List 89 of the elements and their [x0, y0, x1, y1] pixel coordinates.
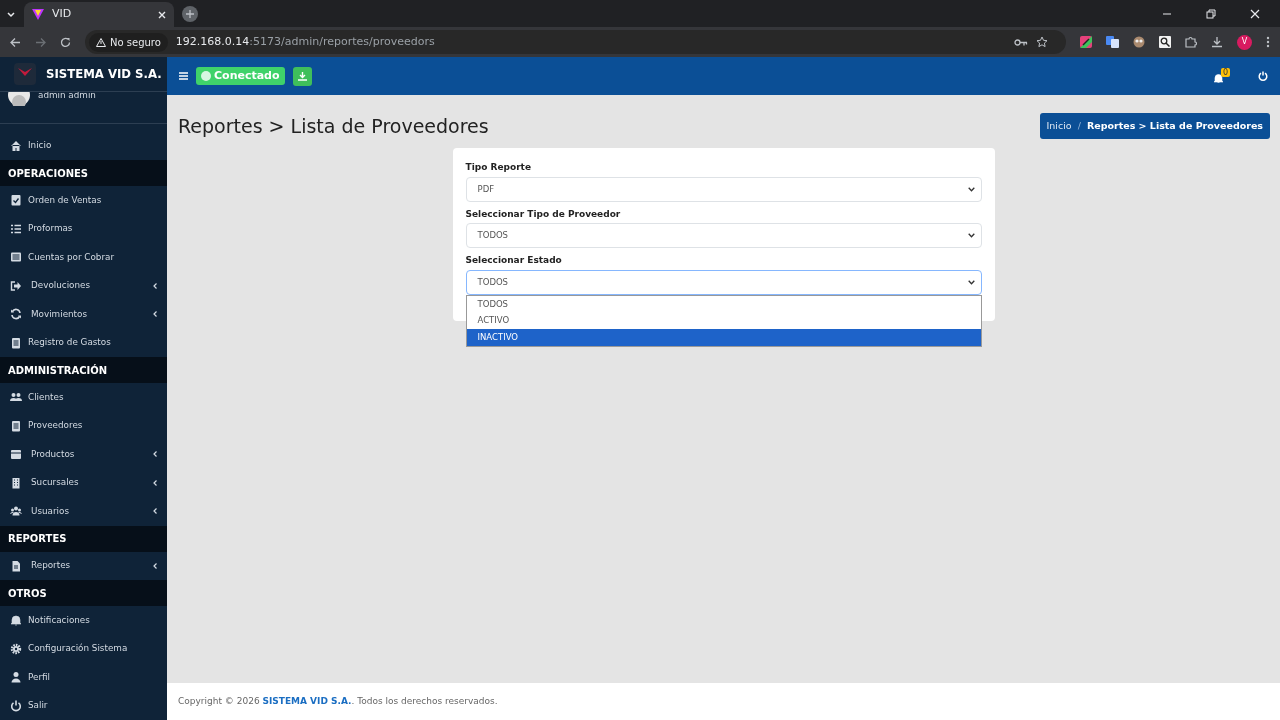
user-icon: [10, 671, 22, 684]
star-icon[interactable]: [1036, 36, 1048, 48]
breadcrumb-separator: /: [1077, 118, 1081, 133]
key-icon[interactable]: [1014, 37, 1028, 47]
copyright-text: Copyright © 2026 SISTEMA VID S.A.. Todos los derechos reservados.: [178, 694, 498, 708]
field-label: Seleccionar Estado: [465, 254, 563, 267]
extension-icon[interactable]: [1080, 36, 1092, 48]
close-icon[interactable]: [1250, 8, 1260, 19]
menu-icon[interactable]: [1266, 36, 1270, 48]
bell-icon: [10, 614, 22, 627]
clipboard-list-icon: [10, 419, 22, 432]
building-icon: [10, 476, 22, 489]
download-icon: [297, 71, 307, 81]
power-icon: [10, 699, 22, 712]
sidebar-item[interactable]: Inicio: [0, 131, 167, 160]
users-icon: [10, 505, 22, 518]
extension-icon[interactable]: [1133, 36, 1145, 48]
breadcrumb-current: Reportes > Lista de Proveedores: [1086, 118, 1263, 133]
menu-icon[interactable]: [179, 72, 188, 80]
clipboard-icon: [10, 194, 22, 207]
restore-icon[interactable]: [1206, 8, 1216, 19]
brand-name[interactable]: SISTEMA VID S.A.: [46, 64, 162, 84]
profile-avatar[interactable]: V: [1237, 34, 1252, 50]
back-icon[interactable]: [10, 36, 21, 48]
new-tab-icon[interactable]: [182, 5, 198, 22]
sidebar-item[interactable]: Notificaciones: [0, 606, 167, 635]
sidebar-item[interactable]: Configuración Sistema: [0, 634, 167, 663]
user-name[interactable]: admin admin: [38, 91, 96, 103]
address-bar[interactable]: No seguro 192.168.0.14:5173/admin/reportes/proveedors: [85, 30, 1066, 54]
caret-icon: [967, 186, 975, 192]
warning-icon: [96, 37, 106, 47]
sidebar-item[interactable]: Proformas: [0, 214, 167, 243]
list-icon: [10, 222, 22, 235]
select-field[interactable]: TODOS: [465, 223, 982, 248]
sidebar-item[interactable]: Movimientos: [0, 300, 167, 329]
puzzle-icon[interactable]: [1185, 36, 1197, 48]
select-field[interactable]: PDF: [465, 176, 982, 202]
dropdown-option[interactable]: TODOS: [466, 296, 981, 313]
caret-icon: [967, 279, 975, 285]
close-icon[interactable]: [158, 10, 166, 19]
box-icon: [10, 448, 22, 461]
sign-out-icon: [10, 279, 22, 292]
sidebar-item[interactable]: Cuentas por Cobrar: [0, 243, 167, 272]
status-badge: Conectado: [196, 66, 285, 86]
breadcrumb-link[interactable]: Inicio: [1046, 118, 1072, 134]
gear-icon: [10, 642, 22, 655]
sidebar-item[interactable]: Orden de Ventas: [0, 186, 167, 215]
sidebar-item[interactable]: Devoluciones: [0, 271, 167, 300]
sidebar-item[interactable]: Salir: [0, 691, 167, 720]
caret-icon: [967, 233, 975, 238]
clipboard-list-icon: [10, 336, 22, 349]
sidebar-item[interactable]: Usuarios: [0, 497, 167, 526]
section-heading: OTROS: [0, 580, 167, 606]
sync-icon: [10, 308, 22, 321]
field-label: Tipo Reporte: [465, 161, 532, 174]
browser-tab[interactable]: VID: [24, 2, 174, 27]
table-icon: [10, 251, 22, 264]
sidebar-item[interactable]: Productos: [0, 440, 167, 469]
users-icon: [10, 391, 22, 404]
sidebar-item[interactable]: Registro de Gastos: [0, 328, 167, 357]
field-label: Seleccionar Tipo de Proveedor: [465, 207, 622, 221]
sidebar-item[interactable]: Proveedores: [0, 411, 167, 440]
notification-badge: 0: [1221, 68, 1231, 77]
file-icon: [10, 559, 22, 572]
translate-icon[interactable]: [1106, 36, 1119, 48]
reload-icon[interactable]: [60, 36, 71, 48]
url-text: 192.168.0.14:5173/admin/reportes/proveedors: [175, 33, 435, 50]
section-heading: REPORTES: [0, 525, 167, 552]
status-dot-icon: [201, 71, 211, 81]
power-icon[interactable]: [1258, 71, 1268, 81]
page-title: Reportes > Lista de Proveedores: [178, 114, 489, 138]
search-icon[interactable]: [1159, 36, 1171, 48]
bell-icon: [1214, 73, 1223, 83]
dropdown-option[interactable]: INACTIVO: [466, 329, 981, 346]
download-icon[interactable]: [1211, 36, 1223, 48]
select-field[interactable]: TODOS: [465, 269, 982, 295]
download-button[interactable]: [292, 66, 312, 86]
forward-icon[interactable]: [35, 36, 46, 48]
notifications-button[interactable]: 0: [1214, 68, 1230, 84]
sidebar-item[interactable]: Sucursales: [0, 468, 167, 497]
logo-icon: [14, 62, 36, 85]
sidebar-item[interactable]: Clientes: [0, 383, 167, 412]
sidebar-item[interactable]: Perfil: [0, 663, 167, 692]
home-icon: [10, 139, 22, 152]
favicon-icon: [32, 9, 44, 20]
dropdown-option[interactable]: ACTIVO: [466, 312, 981, 329]
section-heading: OPERACIONES: [0, 160, 167, 186]
sidebar-item[interactable]: Reportes: [0, 551, 167, 580]
section-heading: ADMINISTRACIÓN: [0, 357, 167, 383]
